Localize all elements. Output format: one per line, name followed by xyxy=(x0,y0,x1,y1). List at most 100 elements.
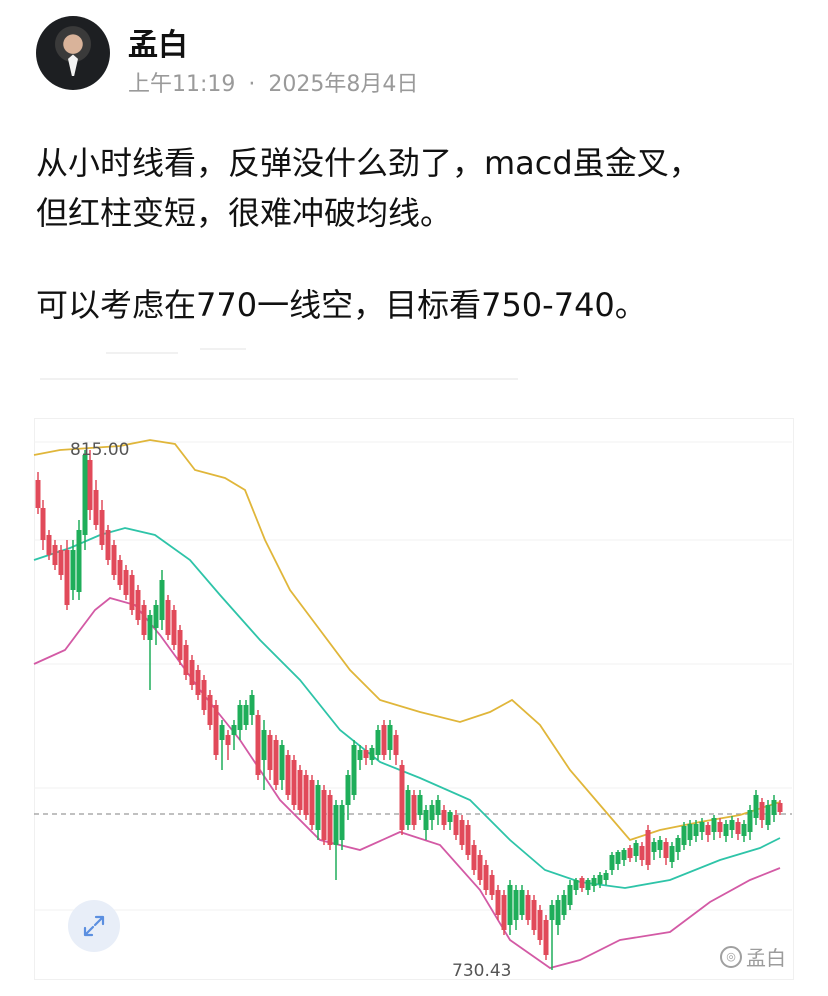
candle-body xyxy=(76,530,82,592)
candle-body xyxy=(693,824,699,836)
candle-body xyxy=(609,855,615,870)
candle-body xyxy=(651,842,657,852)
candle-body xyxy=(321,790,327,840)
candle-body xyxy=(387,725,393,750)
candle-body xyxy=(159,580,165,620)
candle-body xyxy=(147,615,153,640)
candle-body xyxy=(303,775,309,815)
candle-body xyxy=(243,705,249,725)
candle-body xyxy=(543,920,549,955)
high-price-label: 815.00 xyxy=(70,440,129,460)
candle-body xyxy=(615,852,621,864)
candle-body xyxy=(237,705,243,730)
candle-body xyxy=(411,795,417,825)
candle-body xyxy=(621,850,627,860)
candle-body xyxy=(771,800,777,815)
candle-body xyxy=(453,815,459,835)
candle-body xyxy=(639,846,645,860)
candle-body xyxy=(519,890,525,915)
candle-body xyxy=(357,750,363,760)
candle-body xyxy=(597,875,603,884)
candle-body xyxy=(429,805,435,820)
candle-body xyxy=(249,695,255,715)
candle-body xyxy=(327,795,333,845)
candle-body xyxy=(129,575,135,610)
candle-body xyxy=(537,910,543,940)
candle-body xyxy=(285,755,291,795)
candle-body xyxy=(189,660,195,685)
candle-body xyxy=(417,795,423,815)
candle-body xyxy=(513,890,519,920)
candle-body xyxy=(471,845,477,870)
candle-body xyxy=(735,822,741,834)
candle-body xyxy=(315,785,321,830)
candle-body xyxy=(585,880,591,890)
upper-band-line xyxy=(33,439,781,842)
candle-body xyxy=(591,878,597,886)
expand-icon xyxy=(83,915,105,937)
candle-body xyxy=(225,735,231,745)
candle-body xyxy=(555,900,561,925)
low-price-label: 730.43 xyxy=(452,961,511,981)
candle-body xyxy=(627,848,633,858)
candle-body xyxy=(705,825,711,835)
candle-body xyxy=(423,810,429,830)
candle-body xyxy=(681,826,687,845)
candle-body xyxy=(153,605,159,628)
candle-body xyxy=(93,490,99,525)
candle-body xyxy=(345,775,351,805)
candle-body xyxy=(687,824,693,840)
candle-body xyxy=(375,730,381,755)
candlestick-chart: 815.00 730.43 xyxy=(33,439,792,981)
candle-body xyxy=(399,765,405,830)
candle-body xyxy=(273,740,279,785)
candle-body xyxy=(381,725,387,755)
candle-body xyxy=(603,873,609,880)
candle-body xyxy=(747,810,753,832)
candle-body xyxy=(82,455,88,535)
candle-body xyxy=(759,802,765,820)
candle-body xyxy=(291,760,297,805)
candle-body xyxy=(201,680,207,710)
candle-body xyxy=(351,745,357,795)
candle-body xyxy=(99,510,105,545)
candle-body xyxy=(459,820,465,845)
candle-body xyxy=(477,855,483,880)
candle-body xyxy=(339,805,345,840)
candle-body xyxy=(255,715,261,775)
candle-body xyxy=(165,600,171,635)
candle-body xyxy=(123,570,129,595)
candle-body xyxy=(309,780,315,825)
candle-body xyxy=(141,605,147,635)
candle-body xyxy=(195,670,201,695)
candle-body xyxy=(441,810,447,825)
candle-body xyxy=(64,550,70,605)
candle-body xyxy=(87,460,93,510)
candle-body xyxy=(633,843,639,856)
candle-body xyxy=(531,900,537,930)
candle-body xyxy=(717,822,723,832)
candle-body xyxy=(549,905,555,920)
candle-body xyxy=(52,545,58,565)
watermark: ◎ 孟白 xyxy=(720,942,786,971)
candle-body xyxy=(663,842,669,858)
candle-body xyxy=(333,805,339,845)
candle-body xyxy=(777,803,783,812)
candle-body xyxy=(369,748,375,760)
candle-body xyxy=(753,795,759,818)
candle-body xyxy=(435,800,441,815)
candle-body xyxy=(573,880,579,890)
candle-body xyxy=(741,824,747,836)
candle-body xyxy=(561,895,567,915)
watermark-logo-icon: ◎ xyxy=(720,945,742,968)
candle-body xyxy=(35,480,41,508)
candle-body xyxy=(213,705,219,755)
expand-button[interactable] xyxy=(68,900,120,952)
candle-body xyxy=(495,890,501,915)
candle-body xyxy=(507,885,513,925)
candle-body xyxy=(117,560,123,585)
candle-body xyxy=(579,878,585,888)
candle-body xyxy=(40,508,46,540)
candle-body xyxy=(657,840,663,850)
lower-band-line xyxy=(33,597,781,969)
